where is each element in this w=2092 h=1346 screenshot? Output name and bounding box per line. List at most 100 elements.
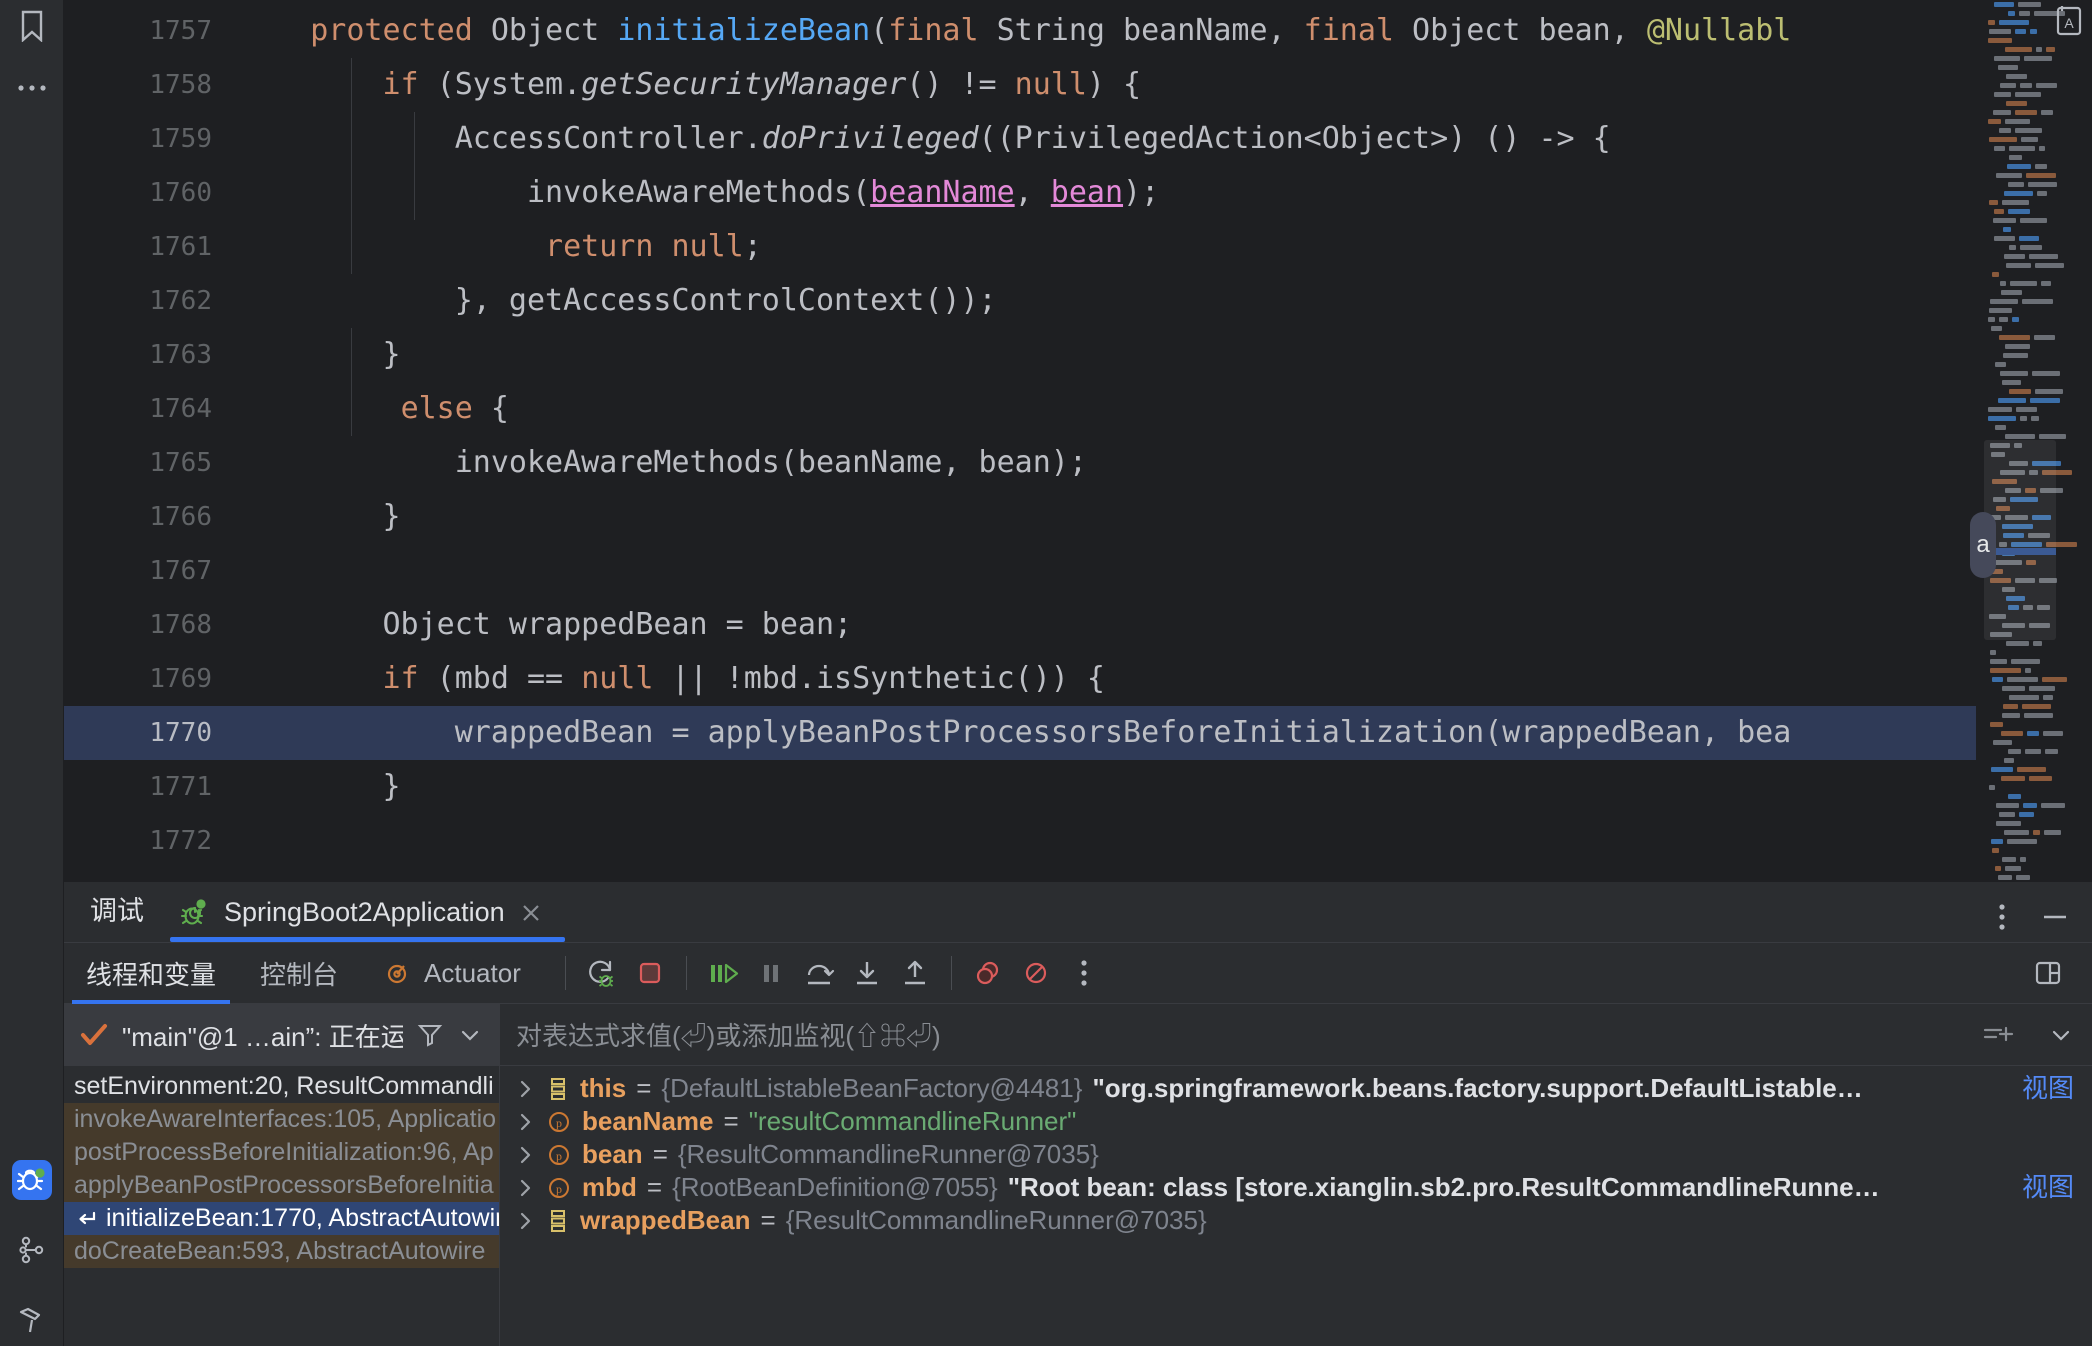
stack-frame-list[interactable]: setEnvironment:20, ResultCommandli invoke… <box>64 1066 499 1346</box>
variables-panel: 对表达式求值(⏎)或添加监视(⇧⌘⏎) this = {DefaultListabl… <box>500 1004 2092 1346</box>
line-number: 1761 <box>149 232 212 262</box>
equals-sign: = <box>760 1205 776 1235</box>
run-configuration-tab[interactable]: SpringBoot2Application <box>170 897 565 942</box>
variable-value: "Root bean: class [store.xianglin.sb2.pr… <box>1007 1172 1880 1202</box>
tab-actuator[interactable]: Actuator <box>360 942 543 1004</box>
code-line[interactable]: return null; <box>234 220 2092 274</box>
code-line[interactable]: else { <box>234 382 2092 436</box>
variable-row[interactable]: p beanName = "resultCommandlineRunner" <box>500 1105 2092 1138</box>
thread-selector[interactable]: "main"@1 …ain”: 正在运行 <box>64 1004 499 1066</box>
chevron-right-icon[interactable] <box>518 1177 536 1199</box>
line-number: 1757 <box>149 16 212 46</box>
more-vertical-icon[interactable] <box>1998 902 2006 932</box>
bookmark-icon[interactable] <box>12 6 52 46</box>
chevron-down-icon[interactable] <box>2048 1022 2074 1048</box>
code-line[interactable]: if (System.getSecurityManager() != null)… <box>234 58 2092 112</box>
chevron-right-icon[interactable] <box>518 1144 536 1166</box>
return-arrow-icon <box>74 1208 98 1230</box>
toolbar-separator <box>685 956 687 990</box>
stack-frame-item[interactable]: invokeAwareInterfaces:105, Applicatio <box>64 1103 499 1136</box>
sidebar-item-debug[interactable] <box>12 1160 52 1200</box>
hammer-icon[interactable] <box>12 1300 52 1340</box>
parameter-icon: p <box>546 1109 572 1135</box>
code-line[interactable]: Object wrappedBean = bean; <box>234 598 2092 652</box>
view-value-link[interactable]: 视图 <box>2022 1072 2092 1105</box>
step-over-button[interactable] <box>795 949 843 997</box>
filter-icon[interactable] <box>417 1022 443 1048</box>
minimize-icon[interactable] <box>2040 902 2070 932</box>
variable-reference: {RootBeanDefinition@7055} <box>672 1172 998 1202</box>
evaluate-expression-row[interactable]: 对表达式求值(⏎)或添加监视(⇧⌘⏎) <box>500 1004 2092 1066</box>
toolbar-separator <box>564 956 566 990</box>
chevron-down-icon[interactable] <box>457 1022 483 1048</box>
stack-frame-icon <box>546 1076 570 1102</box>
code-line[interactable] <box>234 544 2092 598</box>
variable-row[interactable]: this = {DefaultListableBeanFactory@4481} "o… <box>500 1072 2092 1105</box>
variable-row[interactable]: p bean = {ResultCommandlineRunner@7035} <box>500 1138 2092 1171</box>
code-editor[interactable]: 1757 1758 1759 1760 1761 1762 1763 1764 1765 1766… <box>64 0 2092 881</box>
stack-frame-item[interactable]: doCreateBean:593, AbstractAutowire <box>64 1235 499 1268</box>
view-value-link[interactable]: 视图 <box>2022 1171 2092 1204</box>
tab-console[interactable]: 控制台 <box>238 942 360 1004</box>
rerun-debug-button[interactable] <box>578 949 626 997</box>
stack-frame-label: postProcessBeforeInitialization:96, Ap <box>74 1138 494 1166</box>
add-watch-icon[interactable] <box>1982 1020 2014 1050</box>
stack-frame-item[interactable]: initializeBean:1770, AbstractAutowire <box>64 1202 499 1235</box>
variables-list[interactable]: this = {DefaultListableBeanFactory@4481} "o… <box>500 1066 2092 1346</box>
layout-settings-button[interactable] <box>2024 949 2072 997</box>
tab-threads-and-variables[interactable]: 线程和变量 <box>64 942 238 1004</box>
stack-frame-item[interactable]: applyBeanPostProcessorsBeforeInitia <box>64 1169 499 1202</box>
debug-body: "main"@1 …ain”: 正在运行 setEnvironment:20, … <box>64 1004 2092 1346</box>
tab-label: 线程和变量 <box>86 959 217 990</box>
line-number: 1768 <box>149 610 212 640</box>
equals-sign: = <box>652 1139 668 1169</box>
stack-frame-item[interactable]: postProcessBeforeInitialization:96, Ap <box>64 1136 499 1169</box>
code-line[interactable]: } <box>234 328 2092 382</box>
code-line[interactable]: protected Object initializeBean(final St… <box>234 4 2092 58</box>
thread-label: "main"@1 …ain”: 正在运行 <box>122 1021 403 1052</box>
variable-name: wrappedBean <box>580 1205 751 1235</box>
view-breakpoints-button[interactable] <box>964 949 1012 997</box>
more-horizontal-icon[interactable] <box>12 68 52 108</box>
equals-sign: = <box>646 1172 663 1202</box>
line-number: 1771 <box>149 772 212 802</box>
line-number: 1760 <box>149 178 212 208</box>
equals-sign: = <box>636 1073 652 1103</box>
variable-reference: {ResultCommandlineRunner@7035} <box>785 1205 1207 1235</box>
code-line[interactable]: } <box>234 760 2092 814</box>
line-number: 1759 <box>149 124 212 154</box>
pause-button[interactable] <box>747 949 795 997</box>
stack-frame-label: invokeAwareInterfaces:105, Applicatio <box>74 1105 497 1133</box>
code-line[interactable]: wrappedBean = applyBeanPostProcessorsBef… <box>234 706 2092 760</box>
line-number: 1770 <box>64 706 234 760</box>
step-out-button[interactable] <box>891 949 939 997</box>
code-line[interactable]: if (mbd == null || !mbd.isSynthetic()) { <box>234 652 2092 706</box>
chevron-right-icon[interactable] <box>518 1210 536 1232</box>
close-icon[interactable] <box>519 901 543 925</box>
structure-graph-icon[interactable] <box>12 1230 52 1270</box>
left-tool-rail <box>0 0 64 1346</box>
more-options-button[interactable] <box>1060 949 1108 997</box>
mute-breakpoints-button[interactable] <box>1012 949 1060 997</box>
code-line[interactable]: invokeAwareMethods(beanName, bean); <box>234 436 2092 490</box>
evaluate-expression-input[interactable]: 对表达式求值(⏎)或添加监视(⇧⌘⏎) <box>510 1016 1982 1053</box>
debug-titlebar: 调试 SpringBoot2Application <box>64 882 2092 942</box>
chevron-right-icon[interactable] <box>518 1078 536 1100</box>
actuator-icon <box>382 958 412 988</box>
code-line[interactable]: }, getAccessControlContext()); <box>234 274 2092 328</box>
code-lines[interactable]: protected Object initializeBean(final St… <box>234 0 2092 881</box>
chevron-right-icon[interactable] <box>518 1111 536 1133</box>
equals-sign: = <box>723 1106 739 1136</box>
stop-button[interactable] <box>626 949 674 997</box>
debug-tool-window: 调试 SpringBoot2Application 线程和变量 控制台 Actu… <box>64 881 2092 1346</box>
code-line[interactable]: invokeAwareMethods(beanName, bean); <box>234 166 2092 220</box>
code-line[interactable] <box>234 814 2092 868</box>
variable-row[interactable]: wrappedBean = {ResultCommandlineRunner@703… <box>500 1204 2092 1237</box>
step-into-button[interactable] <box>843 949 891 997</box>
code-line[interactable]: AccessController.doPrivileged((Privilege… <box>234 112 2092 166</box>
stack-frame-item[interactable]: setEnvironment:20, ResultCommandli <box>64 1070 499 1103</box>
svg-text:p: p <box>556 1149 562 1163</box>
variable-row[interactable]: p mbd = {RootBeanDefinition@7055} "Root bean… <box>500 1171 2092 1204</box>
resume-program-button[interactable] <box>699 949 747 997</box>
code-line[interactable]: } <box>234 490 2092 544</box>
